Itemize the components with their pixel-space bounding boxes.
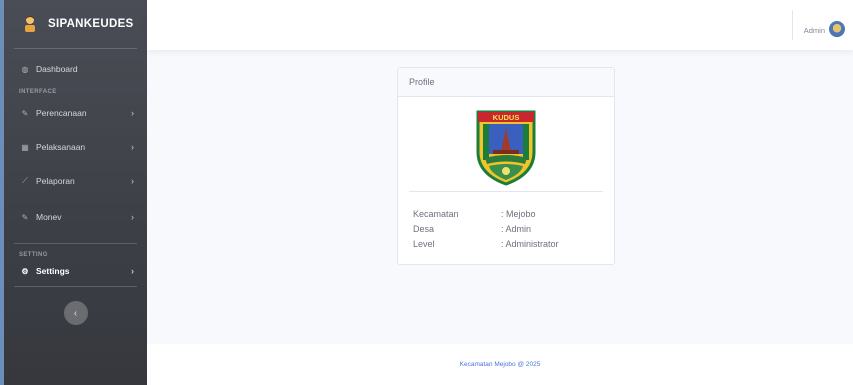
chevron-left-icon: ‹ <box>73 307 78 319</box>
sidebar-item-monev[interactable]: ✎ Monev › <box>4 191 147 243</box>
info-key: Desa <box>413 224 435 234</box>
dashboard-icon: ◍ <box>21 64 29 74</box>
sidebar-item-label: Dashboard <box>36 64 78 74</box>
sidebar: SIPANKEUDES ◍ Dashboard INTERFACE ✎ Pere… <box>0 0 147 385</box>
info-row-kecamatan: Kecamatan : Mejobo <box>413 207 559 222</box>
footer-text: Kecamatan Mejobo @ 2025 <box>459 361 541 368</box>
info-row-level: Level : Administrator <box>413 237 559 252</box>
info-value: : Mejobo <box>501 209 536 219</box>
topbar: Admin <box>147 0 853 50</box>
avatar[interactable] <box>829 21 845 37</box>
card-title: Profile <box>409 77 435 87</box>
sidebar-item-pelaksanaan[interactable]: ▦ Pelaksanaan › <box>4 123 147 171</box>
info-value: : Admin <box>501 224 532 234</box>
footer: Kecamatan Mejobo @ 2025 <box>147 344 853 385</box>
sidebar-item-label: Monev <box>36 212 62 222</box>
info-row-desa: Desa : Admin <box>413 222 559 237</box>
edit-icon: ✎ <box>21 212 29 222</box>
table-icon: ▦ <box>21 142 29 152</box>
sidebar-item-settings[interactable]: ⚙ Settings › <box>4 258 147 284</box>
sidebar-item-label: Settings <box>36 266 70 276</box>
chevron-right-icon: › <box>131 142 134 152</box>
chevron-right-icon: › <box>131 266 134 276</box>
cogs-icon: ⚙ <box>21 266 29 276</box>
sidebar-divider <box>14 286 137 287</box>
sidebar-toggle-button[interactable]: ‹ <box>63 301 88 325</box>
sidebar-item-label: Pelaporan <box>36 176 75 186</box>
topbar-divider <box>792 10 793 40</box>
info-key: Kecamatan <box>413 209 459 219</box>
info-key: Level <box>413 239 435 249</box>
sidebar-item-dashboard[interactable]: ◍ Dashboard <box>4 49 147 89</box>
card-divider <box>409 191 603 192</box>
chevron-right-icon: › <box>131 108 134 118</box>
sidebar-item-label: Perencanaan <box>36 108 87 118</box>
emblem-text: KUDUS <box>493 113 520 122</box>
kudus-emblem-icon: KUDUS <box>476 110 536 186</box>
brand-title: SIPANKEUDES <box>48 18 134 30</box>
brand[interactable]: SIPANKEUDES <box>4 0 147 48</box>
info-value: : Administrator <box>501 239 559 249</box>
edit-icon: ✎ <box>21 108 29 118</box>
sidebar-item-label: Pelaksanaan <box>36 142 86 152</box>
profile-info: Kecamatan : Mejobo Desa : Admin Level : … <box>413 207 559 252</box>
card-header: Profile <box>398 68 614 97</box>
user-name[interactable]: Admin <box>804 26 825 35</box>
brand-logo-icon <box>25 16 35 32</box>
sidebar-item-perencanaan[interactable]: ✎ Perencanaan › <box>4 103 147 123</box>
sidebar-heading-interface: INTERFACE <box>19 89 57 95</box>
chevron-right-icon: › <box>131 212 134 222</box>
chart-icon: ⟋ <box>22 176 28 185</box>
sidebar-item-pelaporan[interactable]: ⟋ Pelaporan › <box>4 171 147 191</box>
chevron-right-icon: › <box>131 176 134 186</box>
sidebar-heading-setting: SETTING <box>19 252 48 258</box>
profile-card: Profile KUDUS Kecamatan : Mejobo Desa : … <box>397 67 615 265</box>
